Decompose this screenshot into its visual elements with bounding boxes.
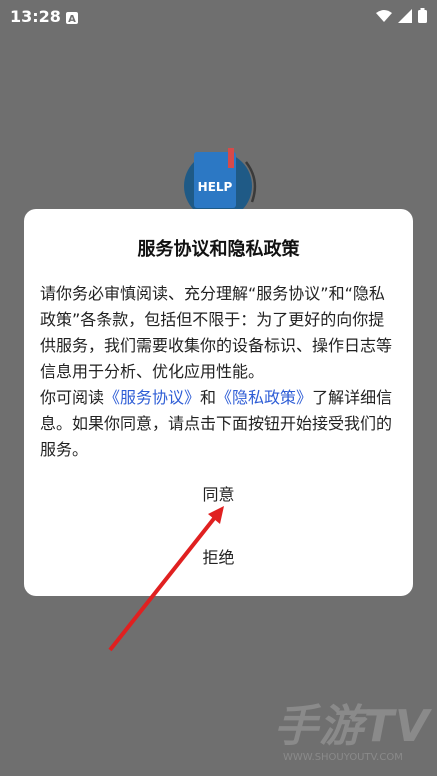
status-time: 13:28 <box>10 7 61 26</box>
watermark-logo: 手游TV <box>274 701 431 752</box>
signal-icon <box>398 8 412 27</box>
app-notification-letter: A <box>68 14 76 24</box>
wifi-icon <box>376 8 392 27</box>
status-bar: 13:28 A <box>0 0 437 32</box>
app-notification-icon: A <box>66 9 78 25</box>
help-logo-text: HELP <box>198 180 233 194</box>
dialog-body-prefix: 你可阅读 <box>40 388 105 407</box>
dialog-body-and: 和 <box>200 388 217 407</box>
dialog-body: 请你务必审慎阅读、充分理解“服务协议”和“隐私政策”各条款，包括但不限于：为了更… <box>40 281 400 463</box>
dialog-body-paragraph-1: 请你务必审慎阅读、充分理解“服务协议”和“隐私政策”各条款，包括但不限于：为了更… <box>40 284 393 381</box>
service-agreement-link[interactable]: 《服务协议》 <box>104 388 200 407</box>
dialog-title: 服务协议和隐私政策 <box>137 239 300 260</box>
red-arrow-icon <box>100 500 240 660</box>
privacy-policy-link[interactable]: 《隐私政策》 <box>216 388 312 407</box>
battery-icon <box>418 8 427 27</box>
status-icons <box>376 8 427 27</box>
watermark-url: WWW.SHOUYOUTV.COM <box>283 752 403 763</box>
